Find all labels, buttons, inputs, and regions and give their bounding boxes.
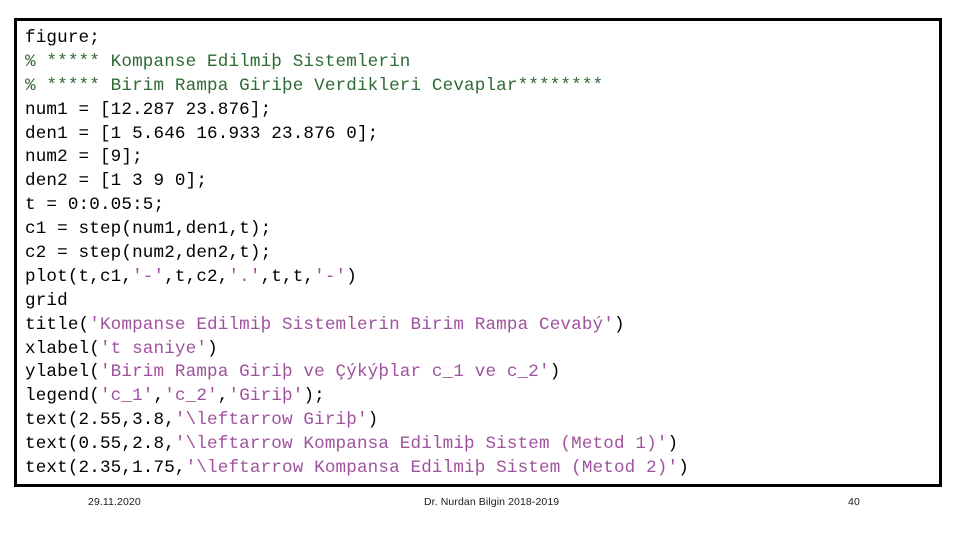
code-token-comment: % ***** <box>25 51 111 72</box>
code-token-plain: ) <box>667 434 679 455</box>
code-token-plain: den2 = [1 3 9 0]; <box>25 171 208 192</box>
code-token-comment: Birim Rampa Giriþe Verdikleri Cevaplar**… <box>110 75 604 96</box>
code-token-string: 'c_1' <box>99 386 154 407</box>
code-token-plain: t = 0:0.05:5; <box>25 195 165 216</box>
slide-footer: 29.11.2020 Dr. Nurdan Bilgin 2018-2019 4… <box>0 494 960 518</box>
code-line: text(2.35,1.75,'\leftarrow Kompansa Edil… <box>25 457 937 481</box>
code-line: den2 = [1 3 9 0]; <box>25 170 937 194</box>
code-line: title('Kompanse Edilmiþ Sistemlerin Biri… <box>25 314 937 338</box>
code-line: xlabel('t saniye') <box>25 338 937 362</box>
code-token-plain: ) <box>207 338 218 359</box>
code-token-plain: figure; <box>25 28 100 48</box>
code-token-plain: ); <box>303 386 325 407</box>
code-token-plain: ) <box>367 410 379 431</box>
code-token-plain: legend( <box>25 386 100 407</box>
code-token-plain: c1 = step(num1,den1,t); <box>25 219 272 240</box>
code-token-plain: text(0.55,2.8, <box>25 434 175 455</box>
code-token-plain: plot(t,c1, <box>25 266 133 287</box>
code-token-plain: num1 = [12.287 23.876]; <box>25 99 272 120</box>
code-line: c1 = step(num1,den1,t); <box>25 218 937 242</box>
code-line: grid <box>25 290 937 314</box>
code-line: text(0.55,2.8,'\leftarrow Kompansa Edilm… <box>25 433 937 457</box>
code-token-string: 'Kompanse Edilmiþ Sistemlerin Birim Ramp… <box>89 314 614 335</box>
code-token-plain: c2 = step(num2,den2,t); <box>25 243 272 264</box>
code-line: t = 0:0.05:5; <box>25 194 937 218</box>
code-line: plot(t,c1,'-',t,c2,'.',t,t,'-') <box>25 266 937 290</box>
code-token-plain: ,t,t, <box>260 266 315 287</box>
code-line: legend('c_1','c_2','Giriþ'); <box>25 385 937 409</box>
code-token-plain: title( <box>25 314 90 335</box>
code-token-plain: ) <box>678 458 689 479</box>
code-token-plain: , <box>153 386 165 407</box>
code-token-string: 'c_2' <box>164 386 218 407</box>
code-token-string: '-' <box>314 266 347 287</box>
code-token-string: '\leftarrow Kompansa Edilmiþ Sistem (Met… <box>174 434 668 455</box>
code-token-string: 'Giriþ' <box>228 386 304 407</box>
code-token-string: '.' <box>228 266 261 287</box>
matlab-code-block: figure; % ***** Kompanse Edilmiþ Sistemle… <box>25 27 937 481</box>
footer-author: Dr. Nurdan Bilgin 2018-2019 <box>424 496 560 508</box>
code-token-plain: grid <box>25 290 68 311</box>
code-token-plain: xlabel( <box>25 338 100 359</box>
code-token-string: 'Birim Rampa Giriþ ve Çýkýþlar c_1 ve c_… <box>99 362 550 383</box>
code-token-plain: ,t,c2, <box>164 266 229 287</box>
footer-page-number: 40 <box>848 496 860 508</box>
code-token-plain: text(2.55,3.8, <box>25 410 175 431</box>
code-line: ylabel('Birim Rampa Giriþ ve Çýkýþlar c_… <box>25 361 937 385</box>
code-line: c2 = step(num2,den2,t); <box>25 242 937 266</box>
code-line: text(2.55,3.8,'\leftarrow Giriþ') <box>25 409 937 433</box>
code-frame: figure; % ***** Kompanse Edilmiþ Sistemle… <box>14 18 942 487</box>
code-token-comment: % ***** <box>25 75 111 96</box>
code-token-string: '\leftarrow Kompansa Edilmiþ Sistem (Met… <box>185 458 679 479</box>
code-token-plain: num2 = [9]; <box>25 147 143 168</box>
code-token-plain: ) <box>549 362 561 383</box>
code-token-plain: ) <box>346 266 357 287</box>
code-line: figure; <box>25 27 937 51</box>
code-token-string: 't saniye' <box>99 338 208 359</box>
code-token-string: '-' <box>132 266 165 287</box>
code-token-plain: ) <box>613 314 625 335</box>
code-token-string: '\leftarrow Giriþ' <box>174 410 368 431</box>
code-line: num1 = [12.287 23.876]; <box>25 99 937 123</box>
code-token-plain: , <box>217 386 229 407</box>
code-token-plain: ylabel( <box>25 362 100 383</box>
code-line: num2 = [9]; <box>25 146 937 170</box>
code-line: den1 = [1 5.646 16.933 23.876 0]; <box>25 123 937 147</box>
code-line: % ***** Birim Rampa Giriþe Verdikleri Ce… <box>25 75 937 99</box>
footer-date: 29.11.2020 <box>88 496 141 508</box>
code-token-plain: den1 = [1 5.646 16.933 23.876 0]; <box>25 123 379 144</box>
code-line: % ***** Kompanse Edilmiþ Sistemlerin <box>25 51 937 75</box>
code-token-comment: Kompanse Edilmiþ Sistemlerin <box>110 51 411 72</box>
slide-canvas: figure; % ***** Kompanse Edilmiþ Sistemle… <box>0 0 960 540</box>
code-token-plain: text(2.35,1.75, <box>25 458 186 479</box>
